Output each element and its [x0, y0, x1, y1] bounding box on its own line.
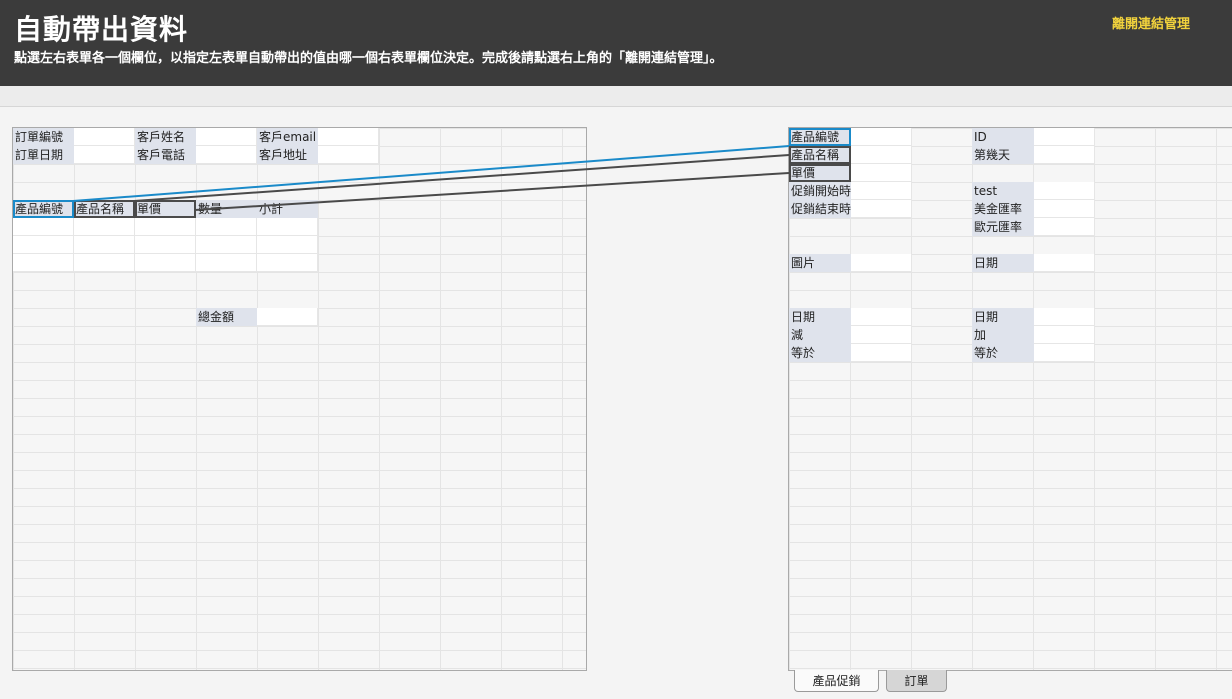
- field-label-plus[interactable]: 加: [972, 326, 1034, 344]
- detail-cell[interactable]: [74, 254, 135, 272]
- field-label-date-b[interactable]: 日期: [789, 308, 851, 326]
- field-label-date-c[interactable]: 日期: [972, 308, 1034, 326]
- field-input-product-no[interactable]: [851, 128, 912, 146]
- exit-link-management-button[interactable]: 離開連結管理: [1112, 13, 1190, 32]
- header-bar: 自動帶出資料 點選左右表單各一個欄位，以指定左表單自動帶出的值由哪一個右表單欄位…: [0, 0, 1232, 86]
- field-input-date-a[interactable]: [1034, 254, 1095, 272]
- detail-cell[interactable]: [257, 254, 318, 272]
- field-input-order-date[interactable]: [74, 146, 135, 164]
- field-label-promo-start[interactable]: 促銷開始時間: [789, 182, 863, 200]
- field-input-equals-b[interactable]: [1034, 344, 1095, 362]
- detail-cell[interactable]: [74, 218, 135, 236]
- field-input-order-no[interactable]: [74, 128, 135, 146]
- field-input-image[interactable]: [851, 254, 912, 272]
- page-title: 自動帶出資料: [14, 13, 189, 46]
- field-label-usd-rate[interactable]: 美金匯率: [972, 200, 1034, 218]
- field-input-test[interactable]: [1034, 182, 1095, 200]
- field-label-unit-price[interactable]: 單價: [789, 164, 851, 182]
- detail-header-subtotal[interactable]: 小計: [257, 200, 318, 218]
- field-label-nth-day[interactable]: 第幾天: [972, 146, 1034, 164]
- field-label-order-no[interactable]: 訂單編號: [13, 128, 74, 146]
- field-label-customer-email[interactable]: 客戶email: [257, 128, 318, 146]
- field-input-product-name[interactable]: [851, 146, 912, 164]
- detail-cell[interactable]: [135, 236, 196, 254]
- detail-header-unit-price[interactable]: 單價: [135, 200, 196, 218]
- field-input-id[interactable]: [1034, 128, 1095, 146]
- field-input-eur-rate[interactable]: [1034, 218, 1095, 236]
- field-label-image[interactable]: 圖片: [789, 254, 851, 272]
- detail-header-product-name[interactable]: 產品名稱: [74, 200, 135, 218]
- field-label-customer-address[interactable]: 客戶地址: [257, 146, 318, 164]
- detail-header-quantity[interactable]: 數量: [196, 200, 257, 218]
- field-label-eur-rate[interactable]: 歐元匯率: [972, 218, 1034, 236]
- field-input-total[interactable]: [257, 308, 318, 326]
- field-label-total[interactable]: 總金額: [196, 308, 257, 326]
- detail-cell[interactable]: [196, 236, 257, 254]
- field-input-promo-end[interactable]: [851, 200, 912, 218]
- field-input-date-b[interactable]: [851, 308, 912, 326]
- field-label-date-a[interactable]: 日期: [972, 254, 1034, 272]
- field-label-product-no[interactable]: 產品編號: [789, 128, 851, 146]
- detail-cell[interactable]: [257, 236, 318, 254]
- field-label-customer-phone[interactable]: 客戶電話: [135, 146, 196, 164]
- toolbar-strip: [0, 86, 1232, 107]
- field-input-plus[interactable]: [1034, 326, 1095, 344]
- detail-header-product-no[interactable]: 產品編號: [13, 200, 74, 218]
- right-form-sheet: 產品編號 ID 產品名稱 第幾天 單價 促銷開始時間 test 促銷結束時間 美…: [788, 127, 1232, 671]
- detail-cell[interactable]: [257, 218, 318, 236]
- field-input-customer-name[interactable]: [196, 128, 257, 146]
- detail-cell[interactable]: [13, 254, 74, 272]
- detail-cell[interactable]: [196, 254, 257, 272]
- field-label-order-date[interactable]: 訂單日期: [13, 146, 74, 164]
- field-input-usd-rate[interactable]: [1034, 200, 1095, 218]
- field-label-product-name[interactable]: 產品名稱: [789, 146, 851, 164]
- detail-cell[interactable]: [196, 218, 257, 236]
- field-label-customer-name[interactable]: 客戶姓名: [135, 128, 196, 146]
- detail-cell[interactable]: [13, 236, 74, 254]
- field-input-nth-day[interactable]: [1034, 146, 1095, 164]
- field-input-minus[interactable]: [851, 326, 912, 344]
- field-input-promo-start[interactable]: [851, 182, 912, 200]
- field-label-id[interactable]: ID: [972, 128, 1034, 146]
- field-input-date-c[interactable]: [1034, 308, 1095, 326]
- field-input-customer-phone[interactable]: [196, 146, 257, 164]
- field-input-unit-price[interactable]: [851, 164, 912, 182]
- detail-cell[interactable]: [135, 218, 196, 236]
- field-label-test[interactable]: test: [972, 182, 1034, 200]
- field-label-minus[interactable]: 減: [789, 326, 851, 344]
- field-input-equals-a[interactable]: [851, 344, 912, 362]
- field-input-customer-email[interactable]: [318, 128, 379, 146]
- instruction-text: 點選左右表單各一個欄位，以指定左表單自動帶出的值由哪一個右表單欄位決定。完成後請…: [14, 51, 723, 66]
- field-input-customer-address[interactable]: [318, 146, 379, 164]
- detail-cell[interactable]: [135, 254, 196, 272]
- field-label-promo-end[interactable]: 促銷結束時間: [789, 200, 863, 218]
- left-form-sheet: 訂單編號 客戶姓名 客戶email 訂單日期 客戶電話 客戶地址 產品編號 產品…: [12, 127, 587, 671]
- detail-cell[interactable]: [74, 236, 135, 254]
- field-label-equals-b[interactable]: 等於: [972, 344, 1034, 362]
- detail-cell[interactable]: [13, 218, 74, 236]
- tab-order[interactable]: 訂單: [886, 670, 947, 692]
- tab-product-promotion[interactable]: 產品促銷: [794, 670, 879, 692]
- field-label-equals-a[interactable]: 等於: [789, 344, 851, 362]
